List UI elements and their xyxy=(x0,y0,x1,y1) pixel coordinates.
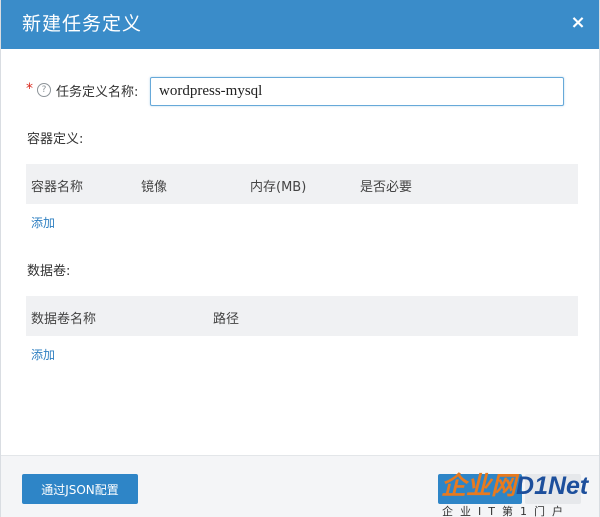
column-header-image: 镜像 xyxy=(141,180,168,195)
new-task-definition-dialog: 新建任务定义 × * ? 任务定义名称: 容器定义: 容器名称 镜像 内存(MB… xyxy=(0,0,600,517)
container-table-header: 容器名称 镜像 内存(MB) 是否必要 xyxy=(26,164,578,204)
column-header-path: 路径 xyxy=(213,312,240,327)
task-name-label: 任务定义名称: xyxy=(56,85,139,100)
watermark-tagline: 企业IT第1门户 xyxy=(442,505,570,517)
column-header-required: 是否必要 xyxy=(360,180,413,195)
task-name-input[interactable] xyxy=(150,77,564,106)
column-header-memory: 内存(MB) xyxy=(250,180,307,195)
watermark-logo: 企业网D1Net xyxy=(441,472,588,500)
watermark-brand-en: D1Net xyxy=(516,472,589,500)
volume-section-label: 数据卷: xyxy=(27,264,71,279)
close-icon[interactable]: × xyxy=(569,13,587,33)
column-header-container-name: 容器名称 xyxy=(31,180,84,195)
volume-table-header: 数据卷名称 路径 xyxy=(26,296,578,336)
site-watermark: 企业网D1Net 企业IT第1门户 xyxy=(441,470,599,517)
add-container-link[interactable]: 添加 xyxy=(31,214,55,231)
watermark-brand-cn: 企业网 xyxy=(441,472,517,500)
task-name-row: * ? 任务定义名称: xyxy=(26,77,571,107)
container-section-label: 容器定义: xyxy=(27,132,84,147)
required-marker: * xyxy=(26,81,33,97)
help-circle-icon[interactable]: ? xyxy=(37,83,51,97)
json-config-button[interactable]: 通过JSON配置 xyxy=(22,474,138,504)
column-header-volume-name: 数据卷名称 xyxy=(31,312,97,327)
dialog-header: 新建任务定义 × xyxy=(1,0,599,49)
add-volume-link[interactable]: 添加 xyxy=(31,346,55,363)
dialog-title: 新建任务定义 xyxy=(22,13,143,35)
